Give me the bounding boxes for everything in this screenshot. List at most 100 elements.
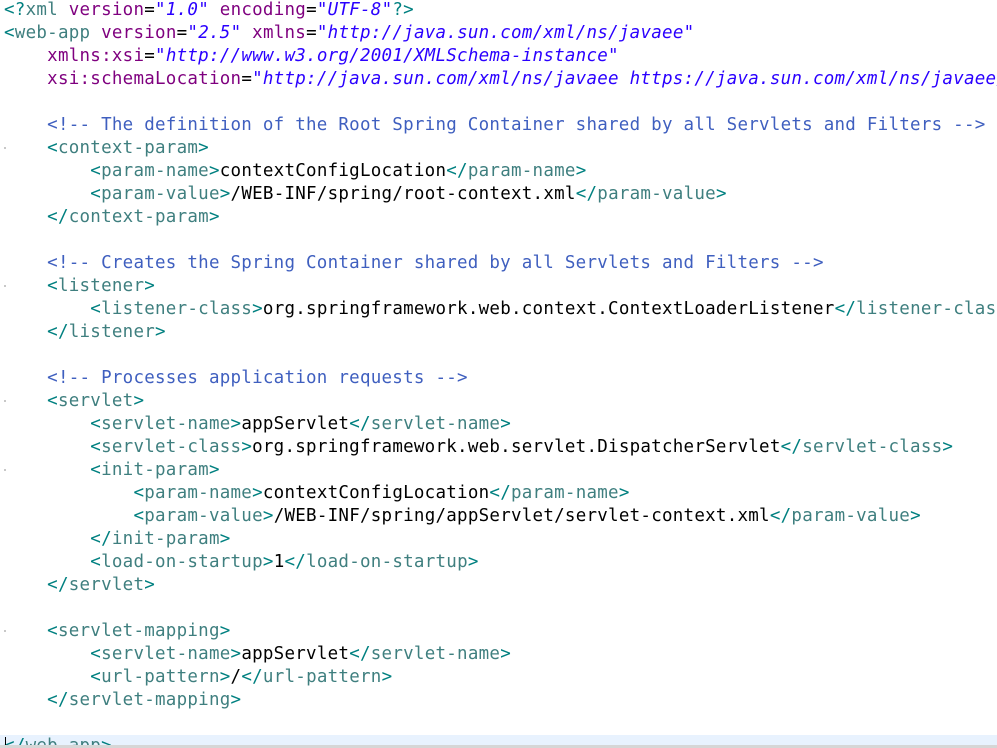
code-line[interactable]: <param-value>/WEB-INF/spring/root-contex… <box>0 183 997 206</box>
text-content-token: org.springframework.web.servlet.Dispatch… <box>252 437 781 457</box>
code-line[interactable] <box>0 91 997 114</box>
text-content-token: / <box>230 667 242 687</box>
line-content: <context-param> <box>4 137 209 160</box>
tag-bracket-token: > <box>219 667 231 687</box>
tag-bracket-token: </ <box>90 529 112 549</box>
code-line[interactable] <box>0 712 997 735</box>
text-content-token: org.springframework.web.context.ContextL… <box>262 299 835 319</box>
code-line[interactable]: <!-- The definition of the Root Spring C… <box>0 114 997 137</box>
line-content: </listener> <box>4 321 166 344</box>
code-line[interactable]: <web-app version="2.5" xmlns="http://jav… <box>0 22 997 45</box>
tag-name-token: url-pattern <box>262 667 382 687</box>
text-content-token <box>4 299 90 319</box>
code-line[interactable] <box>0 229 997 252</box>
line-content: <init-param> <box>4 459 220 482</box>
comment-token: <!-- Processes application requests --> <box>47 368 468 388</box>
tag-name-token: xml <box>25 0 58 20</box>
code-line[interactable]: <servlet> <box>0 390 997 413</box>
code-line[interactable]: <?xml version="1.0" encoding="UTF-8"?> <box>0 0 997 22</box>
tag-name-token: context-param <box>68 207 209 227</box>
text-content-token <box>4 437 90 457</box>
code-line[interactable]: <servlet-name>appServlet</servlet-name> <box>0 643 997 666</box>
tag-name-token: listener-class <box>856 299 997 319</box>
code-line[interactable]: <servlet-name>appServlet</servlet-name> <box>0 413 997 436</box>
tag-name-token: param-value <box>101 184 220 204</box>
tag-bracket-token: > <box>219 184 231 204</box>
code-line[interactable]: <param-name>contextConfigLocation</param… <box>0 482 997 505</box>
line-content: <param-name>contextConfigLocation</param… <box>4 160 587 183</box>
tag-name-token: param-value <box>597 184 716 204</box>
text-content-token <box>4 184 90 204</box>
text-content-token: appServlet <box>241 414 350 434</box>
code-line[interactable]: <param-name>contextConfigLocation</param… <box>0 160 997 183</box>
code-line[interactable]: </servlet-mapping> <box>0 689 997 712</box>
tag-bracket-token: > <box>262 506 274 526</box>
text-content-token <box>209 0 220 20</box>
tag-bracket-token: > <box>144 276 156 296</box>
code-line[interactable]: <!-- Creates the Spring Container shared… <box>0 252 997 275</box>
tag-name-token: servlet-name <box>101 644 231 664</box>
tag-bracket-token: > <box>144 575 156 595</box>
tag-bracket-token: > <box>381 667 393 687</box>
attribute-name-token: version <box>101 23 177 43</box>
line-content: <param-value>/WEB-INF/spring/root-contex… <box>4 183 727 206</box>
tag-bracket-token: < <box>133 483 145 503</box>
code-line[interactable]: <servlet-mapping> <box>0 620 997 643</box>
tag-bracket-token: </ <box>446 161 468 181</box>
tag-name-token: servlet-name <box>370 414 501 434</box>
code-line[interactable] <box>0 597 997 620</box>
line-content: <?xml version="1.0" encoding="UTF-8"?> <box>4 0 414 22</box>
tag-bracket-token: > <box>241 437 253 457</box>
line-content: <load-on-startup>1</load-on-startup> <box>4 551 479 574</box>
text-content-token <box>4 115 47 135</box>
text-content-token <box>4 483 133 503</box>
code-line[interactable]: <url-pattern>/</url-pattern> <box>0 666 997 689</box>
xml-declaration-token: ?> <box>392 0 414 20</box>
tag-bracket-token: > <box>208 460 220 480</box>
tag-bracket-token: < <box>47 138 58 158</box>
tag-name-token: param-value <box>144 506 263 526</box>
text-content-token <box>4 575 47 595</box>
code-line[interactable]: <!-- Processes application requests --> <box>0 367 997 390</box>
text-content-token <box>4 621 47 641</box>
line-content: <url-pattern>/</url-pattern> <box>4 666 392 689</box>
code-line[interactable] <box>0 344 997 367</box>
equals-token: = <box>144 0 156 20</box>
tag-name-token: listener <box>68 322 156 342</box>
text-content-token <box>4 276 47 296</box>
attribute-name-token: encoding <box>219 0 307 20</box>
code-line[interactable]: <listener> <box>0 275 997 298</box>
line-content: <param-name>contextConfigLocation</param… <box>4 482 630 505</box>
code-line[interactable]: </servlet> <box>0 574 997 597</box>
code-line[interactable]: <load-on-startup>1</load-on-startup> <box>0 551 997 574</box>
tag-bracket-token: > <box>262 552 274 572</box>
code-line[interactable]: <context-param> <box>0 137 997 160</box>
tag-name-token: servlet <box>57 391 134 411</box>
text-content-token <box>4 46 47 66</box>
tag-bracket-token: > <box>230 690 242 710</box>
text-content-token: contextConfigLocation <box>262 483 490 503</box>
code-line[interactable]: xmlns:xsi="http://www.w3.org/2001/XMLSch… <box>0 45 997 68</box>
code-line[interactable]: xsi:schemaLocation="http://java.sun.com/… <box>0 68 997 91</box>
code-line[interactable]: </context-param> <box>0 206 997 229</box>
line-content: <servlet-mapping> <box>4 620 231 643</box>
tag-bracket-token: > <box>230 414 242 434</box>
code-line[interactable]: <param-value>/WEB-INF/spring/appServlet/… <box>0 505 997 528</box>
tag-bracket-token: </ <box>489 483 511 503</box>
text-content-token <box>90 23 101 43</box>
attribute-value-token: "http://www.w3.org/2001/XMLSchema-instan… <box>155 46 619 66</box>
tag-bracket-token: > <box>208 161 220 181</box>
code-line[interactable]: <init-param> <box>0 459 997 482</box>
equals-token: = <box>306 0 317 20</box>
code-line[interactable]: </init-param> <box>0 528 997 551</box>
text-content-token: /WEB-INF/spring/root-context.xml <box>230 184 576 204</box>
code-line[interactable]: <listener-class>org.springframework.web.… <box>0 298 997 321</box>
xml-editor[interactable]: <?xml version="1.0" encoding="UTF-8"?> <w… <box>0 0 997 748</box>
tag-bracket-token: < <box>4 23 15 43</box>
code-line[interactable]: </listener> <box>0 321 997 344</box>
text-content-token <box>4 253 47 273</box>
tag-name-token: servlet-name <box>101 414 231 434</box>
tag-name-token: param-name <box>101 161 209 181</box>
line-content: <servlet> <box>4 390 144 413</box>
code-line[interactable]: <servlet-class>org.springframework.web.s… <box>0 436 997 459</box>
